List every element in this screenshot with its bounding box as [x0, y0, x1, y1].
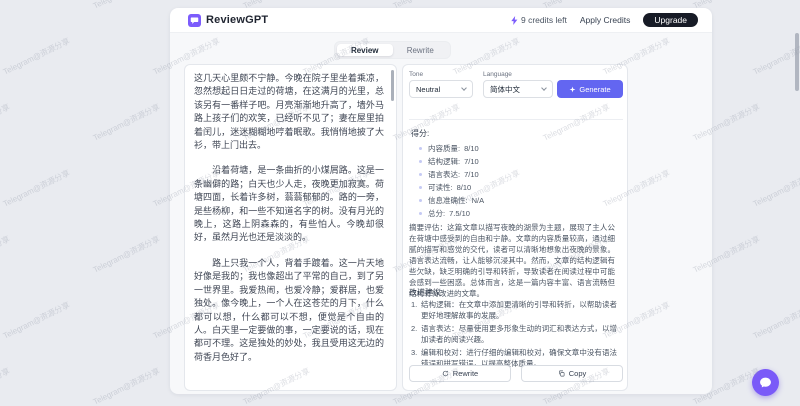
header: ReviewGPT 9 credits left Apply Credits U…	[170, 8, 712, 33]
chat-fab-button[interactable]	[752, 369, 779, 396]
suggestion-item: 2. 语言表达：尽量使用更多形象生动的词汇和表达方式，以增加读者的阅读兴趣。	[411, 324, 617, 345]
score-value: 8/10	[456, 183, 472, 192]
suggestions-list: 1. 结构逻辑：在文章中添加更清晰的引导和转折，以帮助读者更好地理解故事的发展。…	[411, 300, 617, 372]
screen: ReviewGPT 9 credits left Apply Credits U…	[0, 0, 800, 406]
score-label: 语言表达:	[428, 170, 461, 179]
sparkle-icon	[569, 86, 576, 92]
watermark-text: Telegram@资源分享	[1, 300, 72, 341]
bullet-icon	[419, 212, 422, 215]
score-value: 7/10	[464, 170, 479, 179]
copy-button[interactable]: Copy	[521, 365, 623, 382]
copy-label: Copy	[568, 369, 587, 378]
score-list: 内容质量: 8/10 结构逻辑: 7/10 语言表达: 7/10 可读性: 8/…	[419, 142, 484, 220]
divider	[409, 119, 623, 120]
score-item: 结构逻辑: 7/10	[419, 155, 484, 168]
watermark-text: Telegram@资源分享	[0, 366, 12, 406]
editor-paragraph: 沿着荷塘，是一条曲折的小煤屑路。这是一条幽僻的路；白天也少人走，夜晚更加寂寞。荷…	[194, 165, 384, 243]
watermark-text: Telegram@资源分享	[0, 0, 12, 11]
watermark-text: Telegram@资源分享	[0, 102, 12, 143]
watermark-text: Telegram@资源分享	[91, 234, 162, 275]
editor-paragraph: 这几天心里颇不宁静。今晚在院子里坐着乘凉，忽然想起日日走过的荷塘，在这满月的光里…	[194, 73, 384, 151]
language-label: Language	[483, 71, 512, 78]
score-item: 语言表达: 7/10	[419, 168, 484, 181]
watermark-text: Telegram@资源分享	[751, 36, 800, 77]
suggestion-text: 语言表达：尽量使用更多形象生动的词汇和表达方式，以增加读者的阅读兴趣。	[421, 324, 617, 344]
app-title: ReviewGPT	[206, 14, 269, 26]
watermark-text: Telegram@资源分享	[751, 168, 800, 209]
credits-label: 9 credits left	[521, 15, 567, 25]
credits-indicator: 9 credits left	[511, 15, 567, 25]
score-item: 内容质量: 8/10	[419, 142, 484, 155]
tone-group: Tone Neutral	[409, 71, 473, 98]
editor-paragraph: 路上只我一个人，背着手踱着。这一片天地好像是我的；我也像超出了平常的自己，到了另…	[194, 257, 384, 362]
tone-select[interactable]: Neutral	[409, 80, 473, 98]
bullet-icon	[419, 160, 422, 163]
text-input-area[interactable]: 这几天心里颇不宁静。今晚在院子里坐着乘凉，忽然想起日日走过的荷塘，在这满月的光里…	[184, 64, 397, 391]
suggestion-item: 1. 结构逻辑：在文章中添加更清晰的引导和转折，以帮助读者更好地理解故事的发展。	[411, 300, 617, 321]
score-value: N/A	[471, 196, 485, 205]
watermark-text: Telegram@资源分享	[91, 366, 162, 406]
tab-review[interactable]: Review	[337, 44, 393, 56]
mode-tabs: Review Rewrite	[334, 41, 451, 59]
upgrade-button[interactable]: Upgrade	[643, 12, 698, 28]
chevron-down-icon	[461, 85, 467, 91]
page-scrollbar[interactable]	[795, 33, 799, 91]
tone-label: Tone	[409, 71, 424, 78]
bullet-icon	[419, 147, 422, 150]
score-item: 总分: 7.5/10	[419, 207, 484, 220]
apply-credits-link[interactable]: Apply Credits	[580, 15, 631, 25]
watermark-text: Telegram@资源分享	[91, 0, 162, 11]
suggestion-number: 1.	[411, 300, 418, 309]
tab-rewrite[interactable]: Rewrite	[393, 44, 449, 56]
watermark-text: Telegram@资源分享	[91, 102, 162, 143]
bullet-icon	[419, 186, 422, 189]
review-panel: Tone Neutral Language 简体中文 Generate 得分: …	[402, 64, 628, 391]
score-value: 8/10	[464, 144, 479, 153]
controls-row: Tone Neutral Language 简体中文 Generate	[409, 71, 623, 98]
score-heading: 得分:	[411, 129, 430, 138]
refresh-icon	[442, 370, 448, 377]
score-value: 7/10	[464, 157, 479, 166]
chevron-down-icon	[541, 85, 547, 91]
language-select[interactable]: 简体中文	[483, 80, 553, 98]
watermark-text: Telegram@资源分享	[1, 168, 72, 209]
suggestion-text: 结构逻辑：在文章中添加更清晰的引导和转折，以帮助读者更好地理解故事的发展。	[421, 300, 617, 320]
score-item: 信息准确性: N/A	[419, 194, 484, 207]
bullet-icon	[419, 173, 422, 176]
generate-button[interactable]: Generate	[557, 80, 623, 98]
chat-bubble-icon	[760, 377, 771, 388]
header-actions: 9 credits left Apply Credits Upgrade	[511, 12, 698, 28]
app-window: ReviewGPT 9 credits left Apply Credits U…	[170, 8, 712, 394]
bullet-icon	[419, 199, 422, 202]
result-actions: Rewrite Copy	[409, 365, 623, 382]
score-label: 总分:	[428, 209, 446, 218]
editor-scrollbar[interactable]	[391, 70, 394, 101]
score-label: 信息准确性:	[428, 196, 468, 205]
score-label: 可读性:	[428, 183, 453, 192]
language-value: 简体中文	[490, 84, 520, 94]
watermark-text: Telegram@资源分享	[1, 36, 72, 77]
language-group: Language 简体中文	[483, 71, 553, 98]
generate-label: Generate	[579, 84, 611, 94]
rewrite-label: Rewrite	[452, 369, 479, 378]
copy-icon	[558, 370, 565, 377]
tone-value: Neutral	[416, 84, 441, 94]
logo-icon	[188, 13, 201, 27]
score-label: 结构逻辑:	[428, 157, 461, 166]
suggestions-heading: 改进建议:	[409, 288, 444, 297]
rewrite-button[interactable]: Rewrite	[409, 365, 511, 382]
bolt-icon	[511, 15, 518, 25]
watermark-text: Telegram@资源分享	[751, 300, 800, 341]
suggestion-number: 2.	[411, 324, 418, 333]
score-item: 可读性: 8/10	[419, 181, 484, 194]
watermark-text: Telegram@资源分享	[0, 234, 12, 275]
brand: ReviewGPT	[188, 13, 269, 27]
score-label: 内容质量:	[428, 144, 461, 153]
score-value: 7.5/10	[449, 209, 470, 218]
